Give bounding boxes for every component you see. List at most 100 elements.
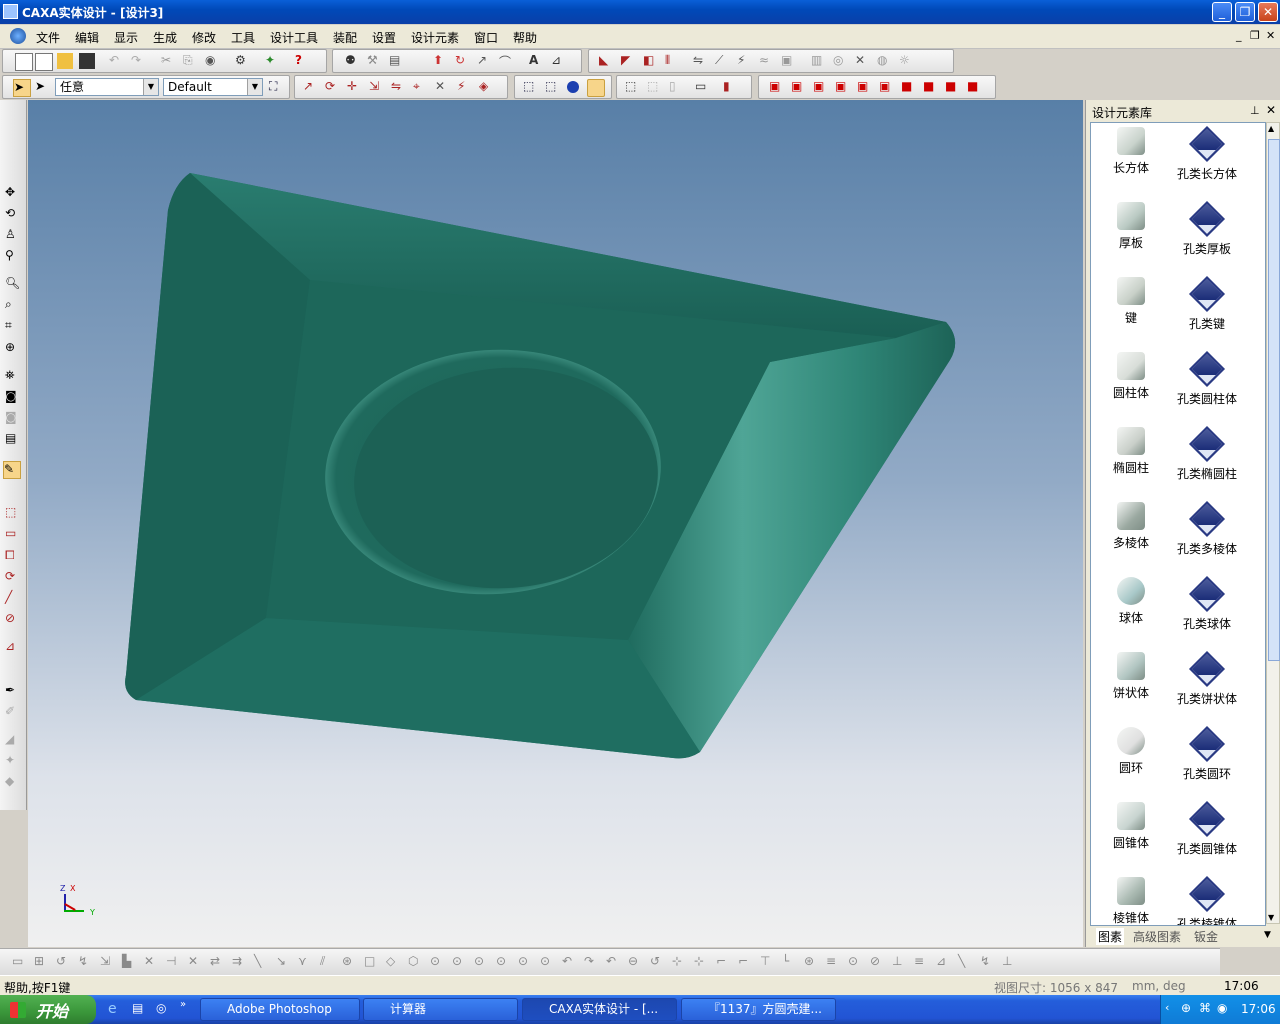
menu-view[interactable]: 显示 — [114, 29, 138, 46]
sketch-tool-icon[interactable]: ⌐ — [738, 954, 754, 970]
sketch-dimension-icon[interactable]: ⊿ — [5, 639, 21, 655]
sketch-tool-icon[interactable]: ≡ — [826, 954, 842, 970]
library-item-hole[interactable]: 孔类球体 — [1167, 575, 1247, 632]
view-iso3-icon[interactable]: ■ — [945, 79, 961, 95]
rotate-icon[interactable]: ⟳ — [325, 79, 341, 95]
catalog-icon[interactable]: ▤ — [389, 53, 405, 69]
position-icon[interactable]: ◈ — [479, 79, 495, 95]
sketch-tool-icon[interactable]: ↷ — [584, 954, 600, 970]
split-icon[interactable]: ⚡ — [737, 53, 753, 69]
sketch-tool-icon[interactable]: ╲ — [254, 954, 270, 970]
task-calculator[interactable]: 计算器 — [363, 998, 518, 1021]
zoom-icon[interactable]: 🔍︎ — [5, 276, 21, 292]
sketch-circle-icon[interactable]: ⊘ — [5, 611, 21, 627]
tray-network-icon[interactable]: ⊕ — [1181, 1001, 1191, 1015]
snap-icon[interactable]: ⌖ — [413, 79, 429, 95]
camera-move-icon[interactable]: ⛯ — [5, 368, 21, 384]
library-item-hole[interactable]: 孔类圆环 — [1167, 725, 1247, 782]
lighting-icon[interactable]: ☼ — [899, 53, 915, 69]
menu-help[interactable]: 帮助 — [513, 29, 537, 46]
tray-clock[interactable]: 17:06 — [1241, 1002, 1276, 1016]
open-icon[interactable] — [57, 53, 73, 69]
menu-window[interactable]: 窗口 — [474, 29, 498, 46]
revolve-icon[interactable]: ↻ — [455, 53, 471, 69]
menu-modify[interactable]: 修改 — [192, 29, 216, 46]
sketch-tool-icon[interactable]: ✕ — [144, 954, 160, 970]
view-right-icon[interactable]: ▣ — [835, 79, 851, 95]
sketch-tool-icon[interactable]: ↺ — [650, 954, 666, 970]
sketch-rotate-icon[interactable]: ⟳ — [5, 569, 21, 585]
sketch-tool-icon[interactable]: ✕ — [188, 954, 204, 970]
sketch-tool-icon[interactable]: ╲ — [958, 954, 974, 970]
triball-icon[interactable]: ✛ — [347, 79, 363, 95]
library-item-solid[interactable]: 圆环 — [1091, 727, 1171, 776]
sketch-tool-icon[interactable]: ⊛ — [342, 954, 358, 970]
view-iso-icon[interactable]: ■ — [901, 79, 917, 95]
scroll-up-icon[interactable]: ▲ — [1268, 124, 1274, 133]
sketch-tool-icon[interactable]: ↯ — [78, 954, 94, 970]
library-item-hole[interactable]: 孔类圆锥体 — [1167, 800, 1247, 857]
sketch-tool-icon[interactable]: ⇄ — [210, 954, 226, 970]
library-item-hole[interactable]: 孔类长方体 — [1167, 125, 1247, 182]
minimize-button[interactable]: _ — [1212, 2, 1232, 22]
sketch-tool-icon[interactable]: └ — [782, 954, 798, 970]
tab-advanced-primitives[interactable]: 高级图素 — [1133, 928, 1181, 945]
tray-expand-icon[interactable]: ‹ — [1165, 1001, 1169, 1014]
library-item-solid[interactable]: 厚板 — [1091, 202, 1171, 251]
menu-file[interactable]: 文件 — [36, 29, 60, 46]
copy-icon[interactable]: ⎘ — [183, 53, 199, 69]
paint-icon[interactable]: ✐ — [5, 704, 21, 720]
desktop-icon[interactable]: ▤ — [132, 1001, 143, 1015]
library-item-solid[interactable]: 棱锥体 — [1091, 877, 1171, 925]
menu-design-tools[interactable]: 设计工具 — [270, 29, 318, 46]
shell-icon[interactable]: ◧ — [643, 53, 659, 69]
sketch-tool-icon[interactable]: ⋎ — [298, 954, 314, 970]
menu-design-elements[interactable]: 设计元素 — [411, 29, 459, 46]
library-item-hole[interactable]: 孔类椭圆柱 — [1167, 425, 1247, 482]
sketch-tool-icon[interactable]: ⊖ — [628, 954, 644, 970]
sketch-tool-icon[interactable]: ⊤ — [760, 954, 776, 970]
texture-icon[interactable]: ◢ — [5, 732, 21, 748]
sweep-icon[interactable]: ↗ — [477, 53, 493, 69]
sketch-tool-icon[interactable]: ⊙ — [496, 954, 512, 970]
sketch-tool-icon[interactable]: ⊙ — [474, 954, 490, 970]
view-back-icon[interactable]: ▣ — [791, 79, 807, 95]
sketch-tool-icon[interactable]: ↯ — [980, 954, 996, 970]
sketch-tool-icon[interactable]: ▭ — [12, 954, 28, 970]
hierarchy-icon[interactable]: ⛶ — [269, 79, 285, 95]
menu-generate[interactable]: 生成 — [153, 29, 177, 46]
sketch-tool-icon[interactable]: ⊙ — [430, 954, 446, 970]
tray-ime-icon[interactable]: ⌘ — [1199, 1001, 1211, 1015]
camera-view-icon[interactable]: ◙ — [5, 389, 21, 405]
sketch-tool-icon[interactable]: ⌐ — [716, 954, 732, 970]
dimension-icon[interactable]: ⊿ — [551, 53, 567, 69]
select-mode-combo[interactable]: 任意 ▼ — [55, 78, 159, 96]
layer-icon[interactable]: ▮ — [723, 79, 739, 95]
library-item-solid[interactable]: 圆锥体 — [1091, 802, 1171, 851]
move-icon[interactable]: ↗ — [303, 79, 319, 95]
sketch-line-icon[interactable]: ╱ — [5, 590, 21, 606]
sketch-tool-icon[interactable]: ↶ — [606, 954, 622, 970]
align-icon[interactable]: ⇋ — [391, 79, 407, 95]
view-top-icon[interactable]: ▣ — [857, 79, 873, 95]
box-view-2-icon[interactable]: ⬚ — [647, 79, 663, 95]
library-item-hole[interactable]: 孔类棱锥体 — [1167, 875, 1247, 925]
zoom-window-icon[interactable]: ⌕ — [5, 297, 21, 313]
select-arrow-icon[interactable]: ➤ — [13, 79, 31, 97]
start-button[interactable]: 开始 — [0, 995, 96, 1024]
library-item-hole[interactable]: 孔类圆柱体 — [1167, 350, 1247, 407]
model-shell[interactable] — [28, 100, 1083, 947]
library-item-solid[interactable]: 多棱体 — [1091, 502, 1171, 551]
box-view-icon[interactable]: ⬚ — [625, 79, 641, 95]
library-item-solid[interactable]: 饼状体 — [1091, 652, 1171, 701]
close-button[interactable]: ✕ — [1258, 2, 1278, 22]
task-browser[interactable]: 『1137』方圆壳建... — [681, 998, 836, 1021]
sketch-tool-icon[interactable]: ⊣ — [166, 954, 182, 970]
camera-roll-icon[interactable]: ◙ — [5, 410, 21, 426]
eyedropper-icon[interactable]: ✒ — [5, 683, 21, 699]
sketch-tool-icon[interactable]: ⊘ — [870, 954, 886, 970]
sketch-tool-icon[interactable]: ⊛ — [804, 954, 820, 970]
refresh-icon[interactable]: ✦ — [265, 53, 281, 69]
sketch-tool-icon[interactable]: ≡ — [914, 954, 930, 970]
sketch-tool-icon[interactable]: ▙ — [122, 954, 138, 970]
